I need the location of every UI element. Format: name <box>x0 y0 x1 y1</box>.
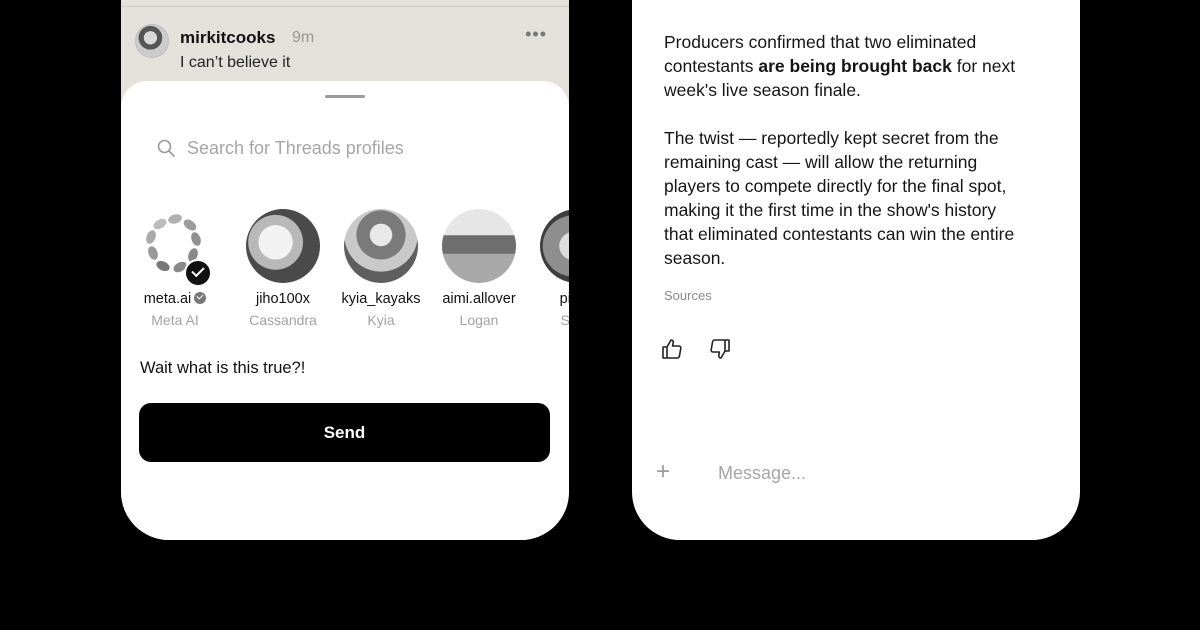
avatar[interactable] <box>344 209 418 283</box>
profile-display-name: Cassandra <box>249 312 317 328</box>
share-sheet: meta.ai Meta AI jiho100x Cassandra kyia_… <box>121 81 569 540</box>
profile-username: meta.ai <box>130 291 220 307</box>
profile-username: pia.in <box>559 291 569 307</box>
post-timestamp: 9m <box>292 29 315 46</box>
share-message[interactable]: Wait what is this true?! <box>140 359 305 378</box>
profile-display-name: Logan <box>459 312 499 328</box>
ai-response: Producers confirmed that two eliminated … <box>664 30 1024 294</box>
thumbs-down-icon[interactable] <box>708 337 732 361</box>
profile-jiho100x[interactable]: jiho100x Cassandra <box>238 209 328 328</box>
profile-display-name: Sooa <box>560 312 569 328</box>
profile-username: aimi.allover <box>442 291 516 307</box>
profile-username: kyia_kayaks <box>341 291 421 307</box>
profile-display-name: Meta AI <box>151 312 199 328</box>
send-button[interactable]: Send <box>139 403 550 462</box>
avatar[interactable] <box>135 24 169 58</box>
meta-ai-avatar[interactable] <box>138 209 212 287</box>
profile-kyia-kayaks[interactable]: kyia_kayaks Kyia <box>336 209 426 328</box>
message-composer: + <box>656 458 1056 488</box>
sheet-drag-handle[interactable] <box>325 95 365 98</box>
suggested-profiles: meta.ai Meta AI jiho100x Cassandra kyia_… <box>121 209 569 339</box>
profile-aimi-allover[interactable]: aimi.allover Logan <box>434 209 524 328</box>
profile-display-name: Kyia <box>367 312 395 328</box>
profile-meta-ai[interactable]: meta.ai Meta AI <box>130 209 220 328</box>
search-input[interactable] <box>187 133 517 163</box>
profile-username: jiho100x <box>255 291 310 307</box>
post-username[interactable]: mirkitcooks <box>180 28 275 48</box>
thumbs-up-icon[interactable] <box>660 337 684 361</box>
profile-search <box>157 133 537 163</box>
response-paragraph: Producers confirmed that two eliminated … <box>664 32 1016 100</box>
check-badge-icon <box>184 259 212 287</box>
plus-icon[interactable]: + <box>656 460 670 484</box>
right-phone: Producers confirmed that two eliminated … <box>632 0 1080 540</box>
avatar[interactable] <box>442 209 516 283</box>
thread-post[interactable]: mirkitcooks 9m ••• I can’t believe it <box>135 24 555 84</box>
sources-link[interactable]: Sources <box>664 288 712 303</box>
response-paragraph: The twist — reportedly kept secret from … <box>664 128 1015 268</box>
more-options-icon[interactable]: ••• <box>525 24 547 45</box>
message-input[interactable] <box>718 458 1018 488</box>
post-text: I can’t believe it <box>180 54 291 71</box>
profile-pia-in[interactable]: pia.in Sooa <box>532 209 569 328</box>
avatar[interactable] <box>540 209 569 283</box>
feed-divider <box>121 6 569 7</box>
verified-icon <box>194 292 207 304</box>
search-icon <box>157 139 175 157</box>
avatar[interactable] <box>246 209 320 283</box>
left-phone: mirkitcooks 9m ••• I can’t believe it Se… <box>121 0 569 540</box>
